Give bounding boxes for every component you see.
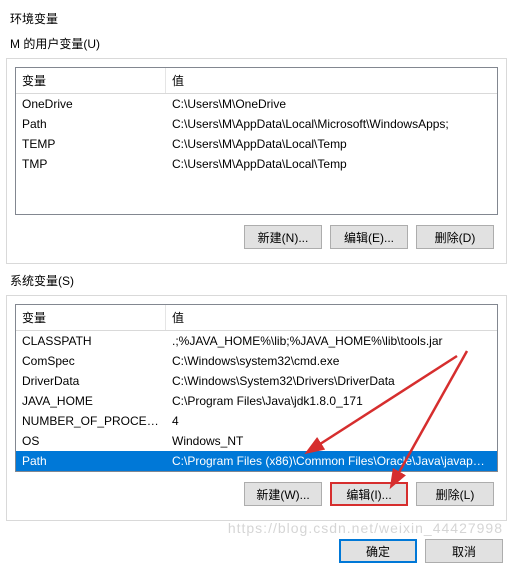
table-row[interactable]: DriverDataC:\Windows\System32\Drivers\Dr… [16, 371, 497, 391]
ok-button[interactable]: 确定 [339, 539, 417, 563]
table-row[interactable]: PathC:\Users\M\AppData\Local\Microsoft\W… [16, 114, 497, 134]
var-value: C:\Windows\system32\cmd.exe [166, 351, 497, 371]
table-row[interactable]: NUMBER_OF_PROCESSORS4 [16, 411, 497, 431]
user-vars-group: 变量 值 OneDriveC:\Users\M\OneDrivePathC:\U… [6, 58, 507, 264]
var-value: C:\Users\M\AppData\Local\Microsoft\Windo… [166, 114, 497, 134]
var-name: Path [16, 451, 166, 471]
table-row[interactable]: CLASSPATH.;%JAVA_HOME%\lib;%JAVA_HOME%\l… [16, 331, 497, 351]
var-name: TEMP [16, 134, 166, 154]
watermark: https://blog.csdn.net/weixin_44427998 [228, 520, 503, 536]
user-vars-table[interactable]: 变量 值 OneDriveC:\Users\M\OneDrivePathC:\U… [15, 67, 498, 215]
var-name: ComSpec [16, 351, 166, 371]
system-vars-group: 变量 值 CLASSPATH.;%JAVA_HOME%\lib;%JAVA_HO… [6, 295, 507, 521]
sys-col-variable[interactable]: 变量 [16, 305, 166, 330]
var-value: Windows_NT [166, 431, 497, 451]
var-name: OS [16, 431, 166, 451]
sys-edit-button[interactable]: 编辑(I)... [330, 482, 408, 506]
var-value: C:\Program Files\Java\jdk1.8.0_171 [166, 391, 497, 411]
var-value: 4 [166, 411, 497, 431]
table-row[interactable]: OSWindows_NT [16, 431, 497, 451]
var-value: C:\Users\M\AppData\Local\Temp [166, 154, 497, 174]
var-name: DriverData [16, 371, 166, 391]
var-value: C:\Users\M\OneDrive [166, 94, 497, 114]
var-value: C:\Program Files (x86)\Common Files\Orac… [166, 451, 497, 471]
dialog-title: 环境变量 [10, 10, 507, 27]
user-delete-button[interactable]: 删除(D) [416, 225, 494, 249]
table-row[interactable]: TMPC:\Users\M\AppData\Local\Temp [16, 154, 497, 174]
system-vars-label: 系统变量(S) [10, 272, 507, 289]
user-vars-label: M 的用户变量(U) [10, 35, 507, 52]
user-new-button[interactable]: 新建(N)... [244, 225, 322, 249]
var-name: OneDrive [16, 94, 166, 114]
cancel-button[interactable]: 取消 [425, 539, 503, 563]
table-row[interactable]: OneDriveC:\Users\M\OneDrive [16, 94, 497, 114]
user-edit-button[interactable]: 编辑(E)... [330, 225, 408, 249]
var-value: .;%JAVA_HOME%\lib;%JAVA_HOME%\lib\tools.… [166, 331, 497, 351]
var-name: NUMBER_OF_PROCESSORS [16, 411, 166, 431]
var-value: C:\Users\M\AppData\Local\Temp [166, 134, 497, 154]
table-row[interactable]: PathC:\Program Files (x86)\Common Files\… [16, 451, 497, 471]
sys-col-value[interactable]: 值 [166, 305, 497, 330]
var-name: JAVA_HOME [16, 391, 166, 411]
sys-delete-button[interactable]: 删除(L) [416, 482, 494, 506]
var-name: TMP [16, 154, 166, 174]
var-name: Path [16, 114, 166, 134]
sys-new-button[interactable]: 新建(W)... [244, 482, 322, 506]
var-value: C:\Windows\System32\Drivers\DriverData [166, 371, 497, 391]
var-name: CLASSPATH [16, 331, 166, 351]
table-row[interactable]: TEMPC:\Users\M\AppData\Local\Temp [16, 134, 497, 154]
table-row[interactable]: ComSpecC:\Windows\system32\cmd.exe [16, 351, 497, 371]
table-row[interactable]: JAVA_HOMEC:\Program Files\Java\jdk1.8.0_… [16, 391, 497, 411]
user-col-value[interactable]: 值 [166, 68, 497, 93]
system-vars-table[interactable]: 变量 值 CLASSPATH.;%JAVA_HOME%\lib;%JAVA_HO… [15, 304, 498, 472]
user-col-variable[interactable]: 变量 [16, 68, 166, 93]
